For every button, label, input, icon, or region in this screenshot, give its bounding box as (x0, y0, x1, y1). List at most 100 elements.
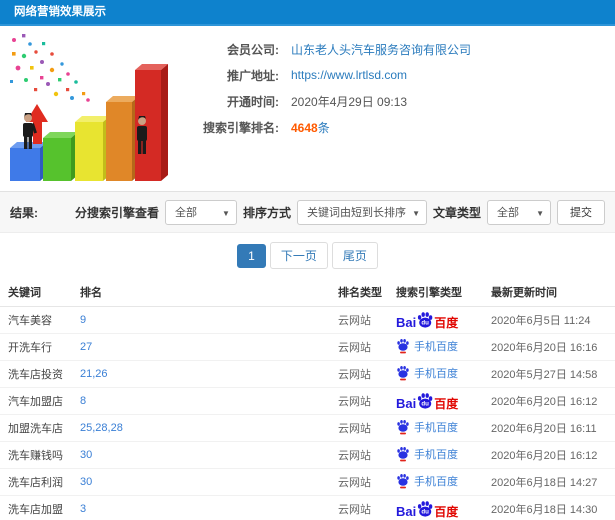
updated-cell: 2020年6月20日 16:11 (491, 414, 615, 442)
baidu-paw-icon: du (418, 392, 433, 409)
article-type-select[interactable]: 全部 ▼ (487, 199, 551, 225)
baidu-logo: Bai du 百度 (396, 392, 458, 410)
baidu-paw-icon: du (418, 311, 433, 328)
keyword-cell: 开洗车行 (0, 333, 80, 361)
keyword-cell: 洗车店加盟 (0, 495, 80, 520)
updated-cell: 2020年6月20日 16:16 (491, 333, 615, 361)
rank-type-cell: 云网站 (338, 306, 396, 334)
promo-url-link[interactable]: https://www.lrtlsd.com (291, 68, 407, 82)
table-row: 洗车店投资 21,26 云网站 Bai du 百度 (0, 360, 615, 388)
rank-link[interactable]: 27 (80, 341, 92, 353)
rank-link[interactable]: 30 (80, 476, 92, 488)
article-type-label: 文章类型 (432, 205, 481, 220)
sort-label: 排序方式 (242, 205, 291, 220)
rank-link[interactable]: 8 (80, 395, 86, 407)
rank-type-cell: 云网站 (338, 468, 396, 496)
mobile-baidu-label: 手机百度 (414, 367, 458, 380)
engine-view-select[interactable]: 全部 ▼ (164, 199, 237, 225)
baidu-paw-icon: du (418, 500, 433, 517)
rank-type-cell: 云网站 (338, 333, 396, 361)
page-title: 网络营销效果展示 (0, 0, 615, 26)
baidu-logo: Bai du 百度 (396, 311, 458, 329)
mobile-baidu-logo: 手机百度 (396, 365, 458, 381)
baidu-logo: Bai du 百度 (396, 500, 458, 518)
page-button-current[interactable]: 1 (237, 243, 266, 268)
header-keyword: 关键词 (0, 278, 80, 307)
keyword-ranking-table: 关键词 排名 排名类型 搜索引擎类型 最新更新时间 汽车美容 9 云网站 Bai… (0, 278, 615, 520)
header-rank-type: 排名类型 (338, 278, 396, 307)
member-info-list: 会员公司: 山东老人头汽车服务咨询有限公司 推广地址: https://www.… (183, 26, 615, 191)
chevron-down-icon: ▼ (536, 208, 544, 218)
table-row: 洗车店加盟 3 云网站 Bai du 百度 2020年6月18日 14:30 (0, 495, 615, 520)
svg-text:du: du (422, 319, 430, 326)
svg-text:du: du (422, 508, 430, 515)
mobile-baidu-paw-icon (397, 446, 409, 461)
mobile-baidu-paw-icon (397, 473, 409, 488)
header-updated: 最新更新时间 (491, 278, 615, 307)
top-section: 会员公司: 山东老人头汽车服务咨询有限公司 推广地址: https://www.… (0, 26, 615, 191)
updated-cell: 2020年6月20日 16:12 (491, 441, 615, 469)
keyword-cell: 洗车赚钱吗 (0, 441, 80, 469)
chevron-down-icon: ▼ (412, 208, 420, 218)
chevron-down-icon: ▼ (222, 208, 230, 218)
engine-rank-label: 搜索引擎排名: (203, 120, 279, 135)
info-row-url: 推广地址: https://www.lrtlsd.com (183, 62, 605, 88)
table-row: 洗车店利润 30 云网站 Bai du 百度 (0, 468, 615, 496)
last-page-button[interactable]: 尾页 (331, 242, 378, 269)
mobile-baidu-label: 手机百度 (414, 475, 458, 488)
rank-link[interactable]: 30 (80, 449, 92, 461)
next-page-button[interactable]: 下一页 (269, 242, 328, 269)
keyword-cell: 洗车店投资 (0, 360, 80, 388)
results-filter-bar: 结果: 分搜索引擎查看 全部 ▼ 排序方式 关键词由短到长排序 ▼ 文章类型 全… (0, 191, 615, 233)
company-link[interactable]: 山东老人头汽车服务咨询有限公司 (291, 43, 471, 57)
search-engine-cell: Bai du 百度 (396, 495, 491, 520)
keyword-cell: 洗车店利润 (0, 468, 80, 496)
keyword-cell: 汽车美容 (0, 306, 80, 334)
mobile-baidu-paw-icon (397, 365, 409, 380)
mobile-baidu-logo: 手机百度 (396, 419, 458, 435)
rank-link[interactable]: 3 (80, 503, 86, 515)
mobile-baidu-label: 手机百度 (414, 340, 458, 353)
table-row: 加盟洗车店 25,28,28 云网站 Bai du 百度 (0, 414, 615, 442)
rank-type-cell: 云网站 (338, 414, 396, 442)
article-type-selected: 全部 (497, 207, 519, 219)
mobile-baidu-label: 手机百度 (414, 448, 458, 461)
search-engine-cell: Bai du 百度 (396, 306, 491, 334)
updated-cell: 2020年6月18日 14:30 (491, 495, 615, 520)
mobile-baidu-logo: 手机百度 (396, 473, 458, 489)
table-row: 汽车加盟店 8 云网站 Bai du 百度 2020年6月20日 16:12 (0, 387, 615, 415)
updated-cell: 2020年6月20日 16:12 (491, 387, 615, 415)
table-row: 洗车赚钱吗 30 云网站 Bai du 百度 (0, 441, 615, 469)
rank-link[interactable]: 21,26 (80, 368, 108, 380)
rank-type-cell: 云网站 (338, 441, 396, 469)
table-header-row: 关键词 排名 排名类型 搜索引擎类型 最新更新时间 (0, 278, 615, 307)
company-label: 会员公司: (227, 42, 279, 57)
updated-cell: 2020年6月18日 14:27 (491, 468, 615, 496)
table-row: 汽车美容 9 云网站 Bai du 百度 2020年6月5日 11:24 (0, 306, 615, 334)
rank-link[interactable]: 9 (80, 314, 86, 326)
rank-link[interactable]: 25,28,28 (80, 422, 123, 434)
sort-select[interactable]: 关键词由短到长排序 ▼ (296, 199, 427, 225)
open-time-label: 开通时间: (227, 94, 279, 109)
header-engine-type: 搜索引擎类型 (396, 278, 491, 307)
submit-button[interactable]: 提交 (557, 199, 605, 225)
search-engine-cell: Bai du 百度 (396, 387, 491, 415)
pagination: 1 下一页 尾页 (0, 233, 615, 278)
promo-url-label: 推广地址: (227, 68, 279, 83)
mobile-baidu-logo: 手机百度 (396, 338, 458, 354)
rank-type-cell: 云网站 (338, 387, 396, 415)
keyword-cell: 汽车加盟店 (0, 387, 80, 415)
engine-rank-count: 4648 (291, 120, 318, 135)
info-row-engine-rank: 搜索引擎排名: 4648条 (183, 114, 605, 140)
search-engine-cell: Bai du 百度 (396, 333, 491, 361)
updated-cell: 2020年6月5日 11:24 (491, 306, 615, 334)
svg-text:du: du (422, 400, 430, 407)
search-engine-cell: Bai du 百度 (396, 360, 491, 388)
search-engine-cell: Bai du 百度 (396, 414, 491, 442)
confetti-dots (10, 34, 90, 102)
updated-cell: 2020年5月27日 14:58 (491, 360, 615, 388)
rank-type-cell: 云网站 (338, 360, 396, 388)
engine-rank-unit: 条 (317, 120, 330, 135)
bar-chart-illustration (0, 26, 183, 191)
header-rank: 排名 (80, 278, 338, 307)
